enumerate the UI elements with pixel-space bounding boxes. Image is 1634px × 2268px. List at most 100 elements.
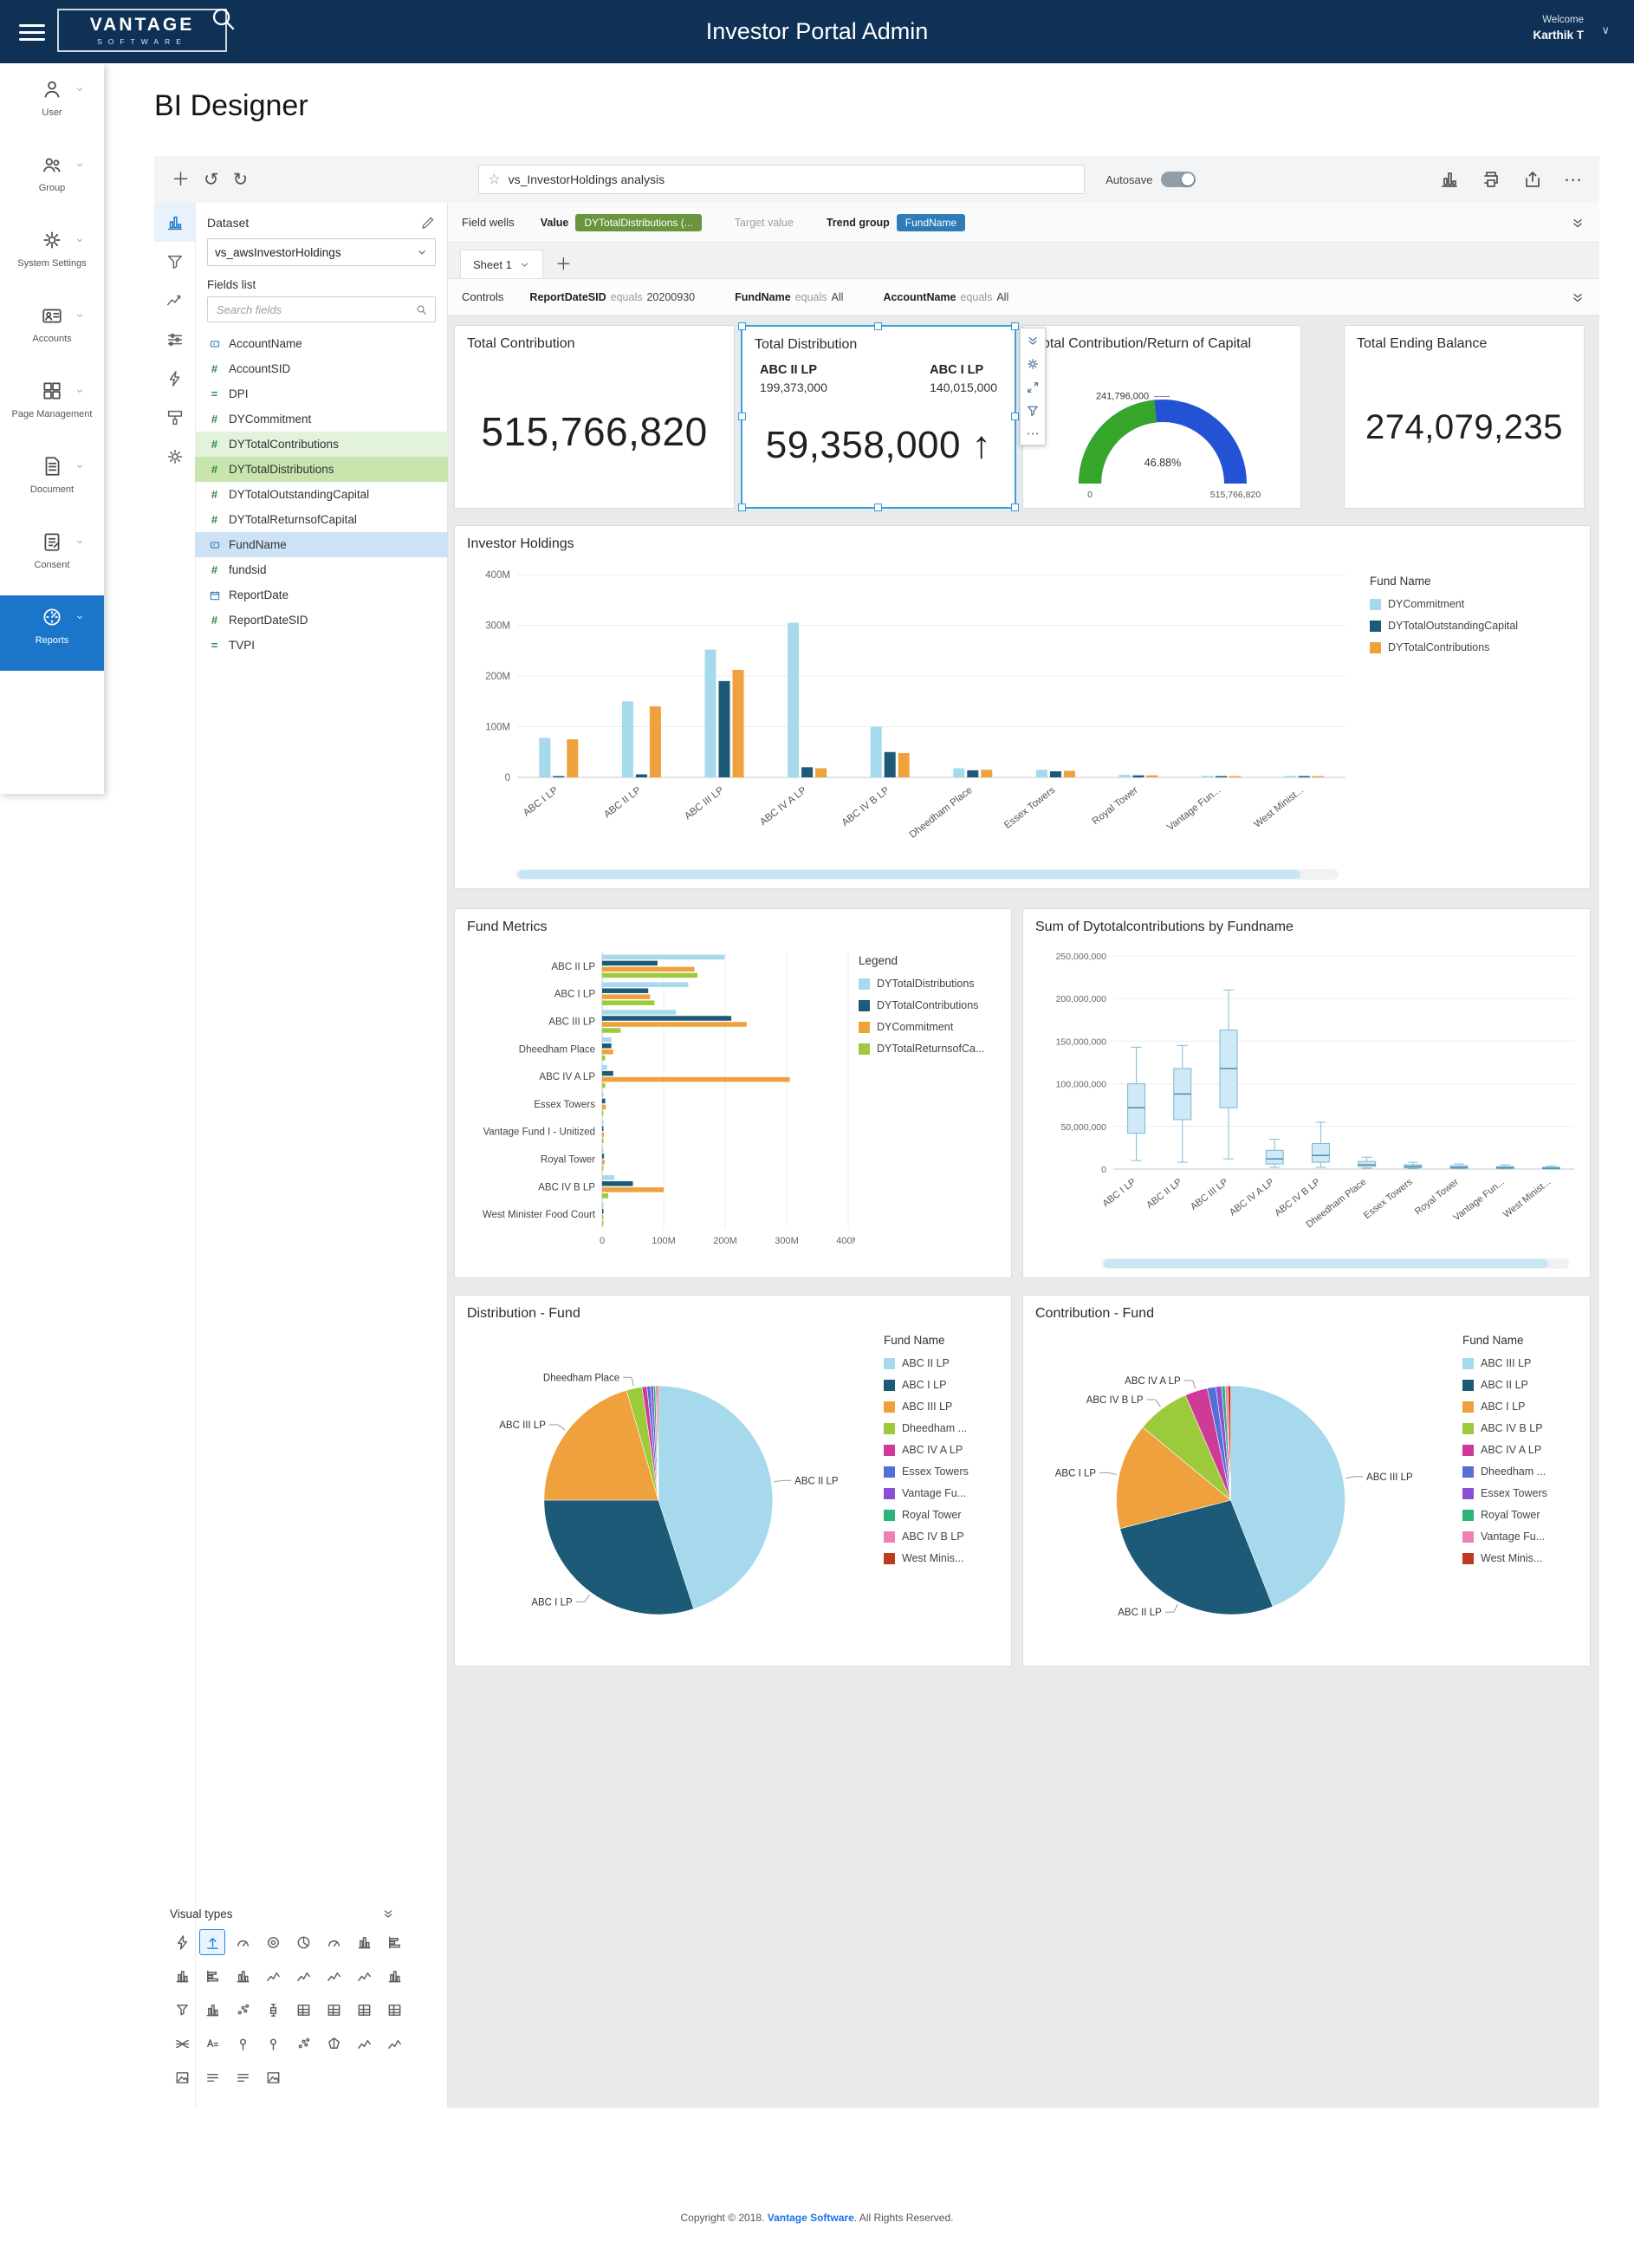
field-tvpi[interactable]: =TVPI <box>195 633 448 658</box>
control-reportdatesid[interactable]: ReportDateSIDequals20200930 <box>529 291 695 303</box>
field-fundname[interactable]: FundName <box>195 532 448 557</box>
visual-expand-icon[interactable] <box>1026 380 1040 394</box>
visual-type-geospatial-map[interactable] <box>230 2031 256 2057</box>
visual-types-collapse-icon[interactable] <box>381 1907 395 1920</box>
visual-type-narrative[interactable] <box>199 2064 225 2090</box>
visual-filter-icon[interactable] <box>1026 404 1040 418</box>
undo-icon[interactable]: ↺ <box>204 171 219 189</box>
field-dytotalcontributions[interactable]: #DYTotalContributions <box>195 432 448 457</box>
dataset-select[interactable]: vs_awsInvestorHoldings <box>207 238 436 266</box>
legend-item-essex-towers[interactable]: Essex Towers <box>884 1465 1001 1478</box>
visual-total-distribution[interactable]: Total Distribution ABC II LP 199,373,000… <box>741 325 1016 509</box>
visual-type-radar-chart[interactable] <box>321 2031 347 2057</box>
legend-item-dycommitment[interactable]: DYCommitment <box>1370 598 1569 610</box>
sidebar-item-system-settings[interactable]: System Settings <box>0 218 104 294</box>
rail-themes-icon[interactable] <box>154 398 195 437</box>
rail-filter-icon[interactable] <box>154 242 195 281</box>
visual-type-custom-content[interactable] <box>169 2064 195 2090</box>
legend-item-abc-i-lp[interactable]: ABC I LP <box>1462 1400 1579 1413</box>
visual-type-filled-map[interactable] <box>260 2031 286 2057</box>
visual-type-donut[interactable] <box>260 1929 286 1955</box>
visual-total-contribution[interactable]: Total Contribution 515,766,820 <box>454 325 735 509</box>
resize-handle[interactable] <box>1011 322 1019 330</box>
visual-type-box-plot[interactable] <box>260 1997 286 2023</box>
legend-item-abc-iv-a-lp[interactable]: ABC IV A LP <box>884 1444 1001 1456</box>
visual-distribution-pie[interactable]: Distribution - Fund ABC II LPABC I LPABC… <box>454 1295 1012 1667</box>
visual-type-heat-map[interactable] <box>290 1997 316 2023</box>
visual-type-combo-chart[interactable] <box>260 1963 286 1989</box>
visual-type-kpi[interactable] <box>199 1929 225 1955</box>
legend-item-abc-iv-b-lp[interactable]: ABC IV B LP <box>884 1530 1001 1543</box>
legend-item-dycommitment[interactable]: DYCommitment <box>859 1021 997 1033</box>
legend-item-royal-tower[interactable]: Royal Tower <box>1462 1509 1579 1521</box>
rail-insights-icon[interactable] <box>154 281 195 320</box>
visual-type-stacked-vertical-bar[interactable] <box>169 1963 195 1989</box>
resize-handle[interactable] <box>874 322 882 330</box>
visual-fund-metrics[interactable]: Fund Metrics 0100M200M300M400MABC II LPA… <box>454 908 1012 1278</box>
share-icon[interactable] <box>1522 169 1543 190</box>
sidebar-item-user[interactable]: User <box>0 68 104 143</box>
autosave-toggle[interactable] <box>1161 172 1196 187</box>
sidebar-item-page-management[interactable]: Page Management <box>0 369 104 445</box>
sidebar-item-accounts[interactable]: Accounts <box>0 294 104 369</box>
visual-settings-icon[interactable] <box>1026 357 1040 371</box>
add-sheet-button[interactable]: ＋ <box>555 257 572 273</box>
legend-item-west-minis-[interactable]: West Minis... <box>1462 1552 1579 1564</box>
redo-icon[interactable]: ↻ <box>233 171 249 189</box>
sidebar-item-reports[interactable]: Reports <box>0 595 104 671</box>
legend-item-vantage-fu-[interactable]: Vantage Fu... <box>1462 1530 1579 1543</box>
field-dycommitment[interactable]: #DYCommitment <box>195 406 448 432</box>
horizontal-scrollbar[interactable] <box>1101 1258 1569 1269</box>
legend-item-essex-towers[interactable]: Essex Towers <box>1462 1487 1579 1499</box>
star-icon[interactable]: ☆ <box>488 171 500 188</box>
visual-type-funnel[interactable] <box>169 1997 195 2023</box>
field-accountsid[interactable]: #AccountSID <box>195 356 448 381</box>
horizontal-scrollbar[interactable] <box>515 869 1339 880</box>
scrollbar-thumb[interactable] <box>1104 1259 1548 1268</box>
legend-item-abc-iv-a-lp[interactable]: ABC IV A LP <box>1462 1444 1579 1456</box>
visual-type-pivot-table[interactable] <box>351 1997 377 2023</box>
control-fundname[interactable]: FundNameequalsAll <box>735 291 843 303</box>
visual-type-auto-graph[interactable] <box>169 1929 195 1955</box>
visual-type-scatter-plot[interactable] <box>230 1997 256 2023</box>
sidebar-item-document[interactable]: Document <box>0 445 104 520</box>
visual-type-insights[interactable] <box>351 2031 377 2057</box>
legend-item-vantage-fu-[interactable]: Vantage Fu... <box>884 1487 1001 1499</box>
visual-type-points-on-map[interactable] <box>290 2031 316 2057</box>
visualize-mode-icon[interactable] <box>1439 169 1460 190</box>
menu-icon[interactable] <box>19 20 45 42</box>
field-accountname[interactable]: AccountName <box>195 331 448 356</box>
legend-item-abc-ii-lp[interactable]: ABC II LP <box>1462 1379 1579 1391</box>
visual-type-q-topic[interactable] <box>230 2064 256 2090</box>
visual-type-half-pie[interactable] <box>321 1929 347 1955</box>
visual-type-stacked-area[interactable] <box>351 1963 377 1989</box>
legend-item-dheedham-[interactable]: Dheedham ... <box>1462 1465 1579 1478</box>
well-target-value[interactable]: Target value <box>735 217 794 229</box>
visual-type-pie[interactable] <box>290 1929 316 1955</box>
scrollbar-thumb[interactable] <box>518 870 1300 879</box>
sheet-menu-icon[interactable] <box>519 259 530 270</box>
rail-parameters-icon[interactable] <box>154 320 195 359</box>
resize-handle[interactable] <box>1011 413 1019 420</box>
trend-field-pill[interactable]: FundName <box>897 214 965 231</box>
legend-item-dheedham-[interactable]: Dheedham ... <box>884 1422 1001 1434</box>
controls-collapse-icon[interactable] <box>1570 289 1585 305</box>
resize-handle[interactable] <box>738 413 746 420</box>
legend-item-dytotaldistributions[interactable]: DYTotalDistributions <box>859 978 997 990</box>
visual-type-table[interactable] <box>381 1997 407 2023</box>
visual-collapse-icon[interactable] <box>1026 334 1040 348</box>
legend-item-dytotalcontributions[interactable]: DYTotalContributions <box>859 999 997 1011</box>
visual-type-word-cloud[interactable] <box>199 2031 225 2057</box>
resize-handle[interactable] <box>874 504 882 511</box>
more-menu-icon[interactable]: ⋯ <box>1564 171 1582 189</box>
visual-contributions-boxplot[interactable]: Sum of Dytotalcontributions by Fundname … <box>1022 908 1591 1278</box>
visual-type-gauge[interactable] <box>230 1929 256 1955</box>
visual-type-tree-map[interactable] <box>321 1997 347 2023</box>
legend-item-abc-iii-lp[interactable]: ABC III LP <box>1462 1357 1579 1369</box>
rail-visualize-icon[interactable] <box>154 203 195 242</box>
print-icon[interactable] <box>1481 169 1501 190</box>
resize-handle[interactable] <box>738 504 746 511</box>
visual-contribution-pie[interactable]: Contribution - Fund ABC III LPABC II LPA… <box>1022 1295 1591 1667</box>
value-field-pill[interactable]: DYTotalDistributions (... <box>575 214 701 231</box>
resize-handle[interactable] <box>1011 504 1019 511</box>
